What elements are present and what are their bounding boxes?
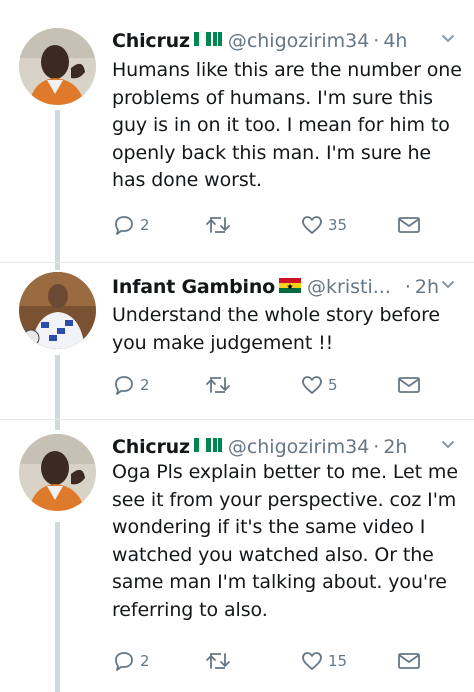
tweet[interactable]: Chicruz @chigozirim34 · 4h Humans like t… [0, 26, 474, 256]
tweet-text-line: you make judgement !! [112, 331, 334, 354]
avatar[interactable] [19, 272, 96, 349]
retweet-icon [206, 217, 230, 233]
message-icon [398, 653, 420, 669]
reply-count: 2 [140, 376, 150, 394]
message-icon [398, 217, 420, 233]
retweet-icon [206, 653, 230, 669]
message-icon [398, 377, 420, 393]
nigeria-flag-icon [193, 436, 223, 458]
tweet-text-line: problems of humans. I'm sure this [112, 86, 433, 109]
ghana-flag-icon [278, 276, 302, 298]
tweet-text-line: openly back this man. I'm sure he [112, 141, 432, 164]
tweet-text: Understand the whole story before you ma… [112, 302, 462, 357]
tweet-text-line: guy is in on it too. I mean for him to [112, 114, 450, 136]
tweet-text-line: Oga Pls explain better to me. Let me [112, 461, 458, 483]
retweet-icon [206, 377, 230, 393]
like-count: 5 [328, 376, 338, 394]
timestamp[interactable]: 2h [383, 436, 407, 458]
avatar[interactable] [19, 28, 96, 105]
tweet-divider [0, 419, 474, 420]
username[interactable]: @kristi... [307, 276, 391, 298]
separator: · [373, 30, 380, 52]
direct-message-button[interactable] [396, 648, 422, 674]
like-icon [302, 216, 322, 234]
tweet-actions: 2 5 [112, 372, 442, 398]
tweet-text-line: Humans like this are the number one [112, 59, 462, 81]
chevron-down-icon[interactable] [440, 436, 456, 452]
tweet-header: Infant Gambino @kristi... · 2h [112, 272, 462, 302]
avatar-photo [19, 272, 96, 349]
display-name[interactable]: Chicruz [112, 30, 190, 52]
timestamp[interactable]: 4h [383, 30, 407, 52]
like-icon [302, 376, 322, 394]
like-button[interactable]: 35 [300, 212, 347, 238]
reply-count: 2 [140, 216, 150, 234]
direct-message-button[interactable] [396, 372, 422, 398]
direct-message-button[interactable] [396, 212, 422, 238]
avatar-photo [19, 28, 96, 105]
nigeria-flag-icon [193, 30, 223, 52]
tweet-text-line: watched you watched also. Or the [112, 543, 434, 566]
reply-count: 2 [140, 652, 150, 670]
tweet-text-line: Understand the whole story before [112, 304, 440, 326]
display-name[interactable]: Infant Gambino [112, 276, 275, 298]
retweet-button[interactable] [204, 648, 236, 674]
timestamp[interactable]: 2h [415, 276, 439, 298]
chevron-down-icon[interactable] [440, 30, 456, 46]
like-count: 15 [328, 652, 348, 670]
reply-icon [115, 652, 133, 671]
avatar-photo [19, 434, 96, 511]
like-icon [302, 652, 322, 670]
chevron-down-icon[interactable] [440, 276, 456, 292]
tweet-actions: 2 35 [112, 212, 442, 238]
tweet-header: Chicruz @chigozirim34 · 4h [112, 26, 462, 56]
separator: · [404, 276, 411, 298]
tweet-divider [0, 262, 474, 263]
like-count: 35 [328, 216, 348, 234]
retweet-button[interactable] [204, 212, 236, 238]
tweet-text-line: wondering if it's the same video I [112, 516, 426, 538]
avatar[interactable] [19, 434, 96, 511]
tweet-text-line: referring to also. [112, 598, 268, 621]
like-button[interactable]: 15 [300, 648, 347, 674]
reply-button[interactable]: 2 [112, 212, 150, 238]
tweet[interactable]: Infant Gambino @kristi... · 2h Understan… [0, 272, 474, 412]
tweet-text: Humans like this are the number one prob… [112, 57, 462, 195]
tweet-actions: 2 15 [112, 648, 442, 674]
like-button[interactable]: 5 [300, 372, 338, 398]
tweet-text-line: see it from your perspective. coz I'm [112, 488, 457, 511]
reply-icon [115, 216, 133, 235]
username[interactable]: @chigozirim34 [228, 436, 369, 458]
reply-button[interactable]: 2 [112, 372, 150, 398]
tweet-header: Chicruz @chigozirim34 · 2h [112, 432, 462, 462]
tweet-text-line: same man I'm talking about. you're [112, 571, 447, 593]
separator: · [373, 436, 380, 458]
tweet[interactable]: Chicruz @chigozirim34 · 2h Oga Pls expla… [0, 432, 474, 692]
tweet-text: Oga Pls explain better to me. Let me see… [112, 459, 462, 624]
reply-icon [115, 376, 133, 395]
retweet-button[interactable] [204, 372, 236, 398]
username[interactable]: @chigozirim34 [228, 30, 369, 52]
tweet-text-line: has done worst. [112, 169, 262, 191]
display-name[interactable]: Chicruz [112, 436, 190, 458]
reply-button[interactable]: 2 [112, 648, 150, 674]
